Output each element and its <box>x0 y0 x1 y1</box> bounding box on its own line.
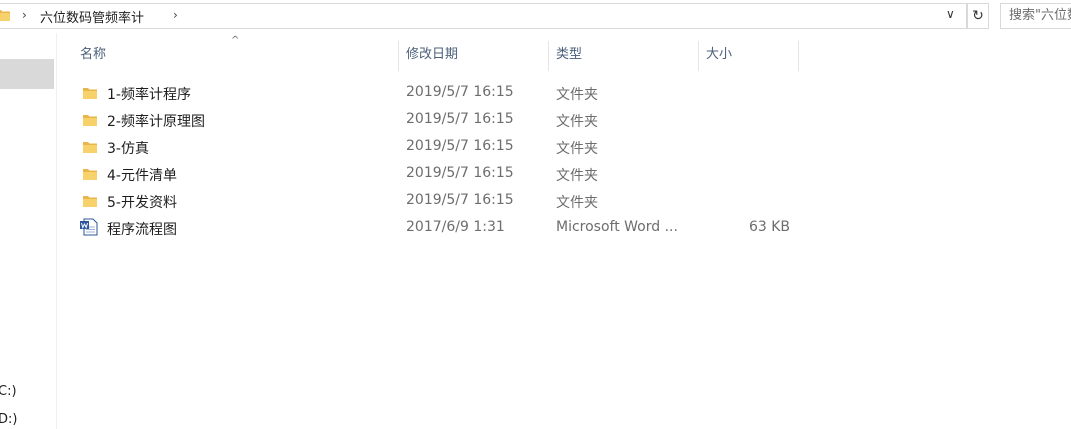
address-box[interactable] <box>0 3 967 29</box>
file-type: 文件夹 <box>556 195 598 211</box>
file-type: 文件夹 <box>556 114 598 130</box>
column-divider[interactable] <box>398 41 399 71</box>
navigation-pane: C:) D:) <box>0 33 57 429</box>
nav-drive-d[interactable]: D:) <box>0 412 17 427</box>
address-history-chevron-down-icon[interactable]: ∨ <box>946 7 955 21</box>
column-header-name[interactable]: 名称 <box>80 41 106 71</box>
file-name: 1-频率计程序 <box>107 87 191 103</box>
sort-ascending-icon: ^ <box>231 35 240 46</box>
file-row[interactable]: 1-频率计程序 2019/5/7 16:15 文件夹 <box>74 80 794 107</box>
file-type: 文件夹 <box>556 168 598 184</box>
column-header-type[interactable]: 类型 <box>556 41 582 71</box>
file-name: 2-频率计原理图 <box>107 114 205 130</box>
breadcrumb-current[interactable]: 六位数码管频率计 <box>40 7 144 26</box>
file-date: 2019/5/7 16:15 <box>406 111 514 127</box>
file-date: 2017/6/9 1:31 <box>406 219 505 235</box>
search-input[interactable]: 搜索"六位数码管频率计" <box>1000 3 1071 29</box>
word-doc-icon <box>80 218 98 236</box>
file-type: 文件夹 <box>556 141 598 157</box>
address-bar: › 六位数码管频率计 › ∨ ↻ 搜索"六位数码管频率计" <box>0 0 1071 33</box>
refresh-icon: ↻ <box>972 8 984 24</box>
folder-icon <box>83 88 97 99</box>
file-name: 3-仿真 <box>107 141 149 157</box>
file-row[interactable]: 程序流程图 2017/6/9 1:31 Microsoft Word ... 6… <box>74 215 794 242</box>
file-row[interactable]: 4-元件清单 2019/5/7 16:15 文件夹 <box>74 161 794 188</box>
file-type: Microsoft Word ... <box>556 219 678 235</box>
file-type: 文件夹 <box>556 87 598 103</box>
folder-icon <box>0 10 10 21</box>
file-row[interactable]: 3-仿真 2019/5/7 16:15 文件夹 <box>74 134 794 161</box>
folder-icon <box>83 196 97 207</box>
file-name: 5-开发资料 <box>107 195 177 211</box>
column-divider[interactable] <box>548 41 549 71</box>
file-row[interactable]: 5-开发资料 2019/5/7 16:15 文件夹 <box>74 188 794 215</box>
column-divider[interactable] <box>798 41 799 71</box>
file-row[interactable]: 2-频率计原理图 2019/5/7 16:15 文件夹 <box>74 107 794 134</box>
file-name: 4-元件清单 <box>107 168 177 184</box>
nav-drive-c[interactable]: C:) <box>0 384 17 399</box>
folder-icon <box>83 169 97 180</box>
column-divider[interactable] <box>698 41 699 71</box>
folder-icon <box>83 115 97 126</box>
file-date: 2019/5/7 16:15 <box>406 165 514 181</box>
column-header-size[interactable]: 大小 <box>706 41 732 71</box>
file-size: 63 KB <box>748 219 790 235</box>
breadcrumb-chevron-icon[interactable]: › <box>173 8 178 22</box>
file-date: 2019/5/7 16:15 <box>406 138 514 154</box>
nav-selected-item[interactable] <box>0 59 54 89</box>
refresh-button[interactable]: ↻ <box>967 3 989 29</box>
file-name: 程序流程图 <box>107 222 177 238</box>
breadcrumb-chevron-icon[interactable]: › <box>22 8 27 22</box>
column-header-date[interactable]: 修改日期 <box>406 41 458 71</box>
file-date: 2019/5/7 16:15 <box>406 84 514 100</box>
file-date: 2019/5/7 16:15 <box>406 192 514 208</box>
folder-icon <box>83 142 97 153</box>
